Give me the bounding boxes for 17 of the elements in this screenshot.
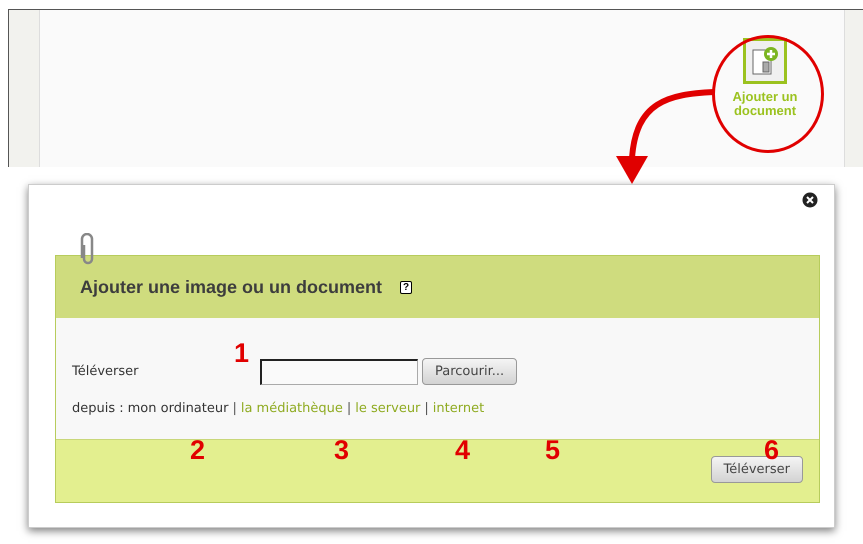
annotation-number: 3 xyxy=(334,437,350,464)
separator: | xyxy=(346,401,352,416)
annotation-number: 2 xyxy=(190,437,206,464)
annotation-number: 1 xyxy=(234,340,250,367)
help-icon[interactable]: ? xyxy=(400,280,412,294)
annotation-number: 4 xyxy=(455,437,470,464)
annotation-number: 5 xyxy=(545,437,560,464)
upload-label: Téléverser xyxy=(72,364,140,379)
file-field[interactable] xyxy=(260,358,418,384)
dialog-title: Ajouter une image ou un document xyxy=(80,276,382,298)
browse-button[interactable]: Parcourir... xyxy=(422,358,518,385)
separator: | xyxy=(232,401,237,416)
source-link[interactable]: mon ordinateur xyxy=(128,401,228,416)
separator: | xyxy=(424,401,429,416)
document-add-icon xyxy=(751,46,779,76)
close-icon[interactable] xyxy=(802,192,818,208)
sources-label: depuis : xyxy=(72,401,124,416)
